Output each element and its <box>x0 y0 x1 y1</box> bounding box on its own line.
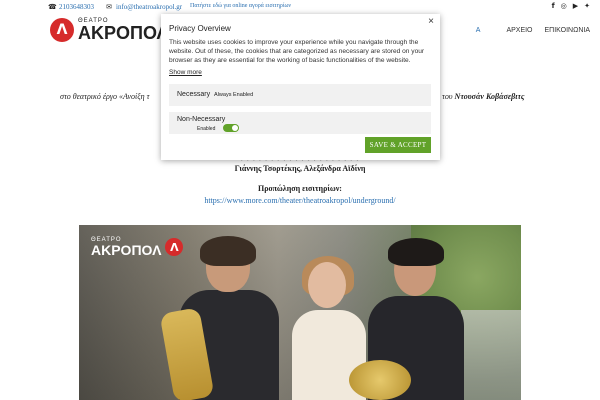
show-more-link[interactable]: Show more <box>169 69 202 76</box>
facebook-icon[interactable]: f <box>552 2 555 11</box>
email-link[interactable]: ✉ info@theatroakropol.gr <box>105 3 182 11</box>
necessary-label: Necessary <box>177 91 211 98</box>
social-links: f ◎ ▶ ✦ <box>552 2 590 11</box>
cast-credits: Γιάννης Τσορτέκης, Αλεξάνδρα Αϊδίνη <box>234 164 366 173</box>
phone-icon: ☎ <box>48 2 57 11</box>
nav-item-archive[interactable]: ΑΡΧΕΙΟ <box>506 27 532 34</box>
photo-logo: ΘΕΑΤΡΟ ΑΚΡΟΠΟΛ Λ <box>91 237 184 257</box>
play-poster-photo: ΘΕΑΤΡΟ ΑΚΡΟΠΟΛ Λ <box>79 225 521 400</box>
non-necessary-status: Enabled <box>197 126 216 132</box>
buy-tickets-text: Πατήστε εδώ για online αγορά εισιτηρίων <box>190 3 292 9</box>
intro-right-prefix: του <box>442 92 455 101</box>
necessary-status: Always Enabled <box>214 92 254 98</box>
non-necessary-label: Non-Necessary <box>177 116 226 123</box>
privacy-overview-title: Privacy Overview <box>169 24 231 33</box>
close-icon[interactable]: × <box>428 16 434 27</box>
photo-logo-emblem: Λ <box>165 238 184 256</box>
non-necessary-cookies-row[interactable]: Non-Necessary Enabled <box>169 112 431 134</box>
logo-wordmark: ΘΕΑΤΡΟ ΑΚΡΟΠΟΛ <box>78 18 169 42</box>
intro-right-text: του Ντουσάν Κοβάσεβιτς <box>442 92 525 101</box>
cookie-consent-modal: Privacy Overview × This website uses coo… <box>161 14 440 160</box>
ticket-link[interactable]: https://www.more.com/theater/theatroakro… <box>0 196 600 205</box>
instagram-icon[interactable]: ◎ <box>561 2 567 11</box>
photo-street <box>461 310 521 400</box>
logo-big-text: ΑΚΡΟΠΟΛ <box>78 23 169 43</box>
non-necessary-toggle[interactable] <box>223 124 239 132</box>
phone-number: 2103648303 <box>59 3 94 11</box>
youtube-icon[interactable]: ▶ <box>573 2 578 11</box>
logo-emblem: Λ <box>50 18 74 42</box>
necessary-label-group: Necessary Always Enabled <box>177 91 253 98</box>
save-accept-button[interactable]: SAVE & ACCEPT <box>365 137 431 153</box>
nav-item-contact[interactable]: ΕΠΙΚΟΙΝΩΝΙΑ <box>545 27 590 34</box>
site-logo[interactable]: Λ ΘΕΑΤΡΟ ΑΚΡΟΠΟΛ <box>50 18 169 42</box>
phone-link[interactable]: ☎ 2103648303 <box>48 3 94 11</box>
playwright-name: Ντουσάν Κοβάσεβιτς <box>454 92 525 101</box>
buy-tickets-link[interactable]: Πατήστε εδώ για online αγορά εισιτηρίων <box>190 3 291 9</box>
intro-left-text: στο θεατρικό έργο «Ανοίξη τ <box>60 92 150 101</box>
main-nav: Α ΑΡΧΕΙΟ ΕΠΙΚΟΙΝΩΝΙΑ <box>476 27 590 34</box>
twitter-icon[interactable]: ✦ <box>584 2 590 11</box>
email-address: info@theatroakropol.gr <box>116 3 183 11</box>
photo-logo-big: ΑΚΡΟΠΟΛ <box>91 242 162 258</box>
tuba-bell <box>349 360 411 400</box>
presale-heading: Προπώληση εισιτηρίων: <box>258 184 342 193</box>
necessary-cookies-row[interactable]: Necessary Always Enabled <box>169 84 431 106</box>
cookie-description: This website uses cookies to improve you… <box>169 39 425 64</box>
top-utility-bar: ☎ 2103648303 ✉ info@theatroakropol.gr Πα… <box>0 0 600 14</box>
envelope-icon: ✉ <box>106 2 112 11</box>
photo-logo-wordmark: ΘΕΑΤΡΟ ΑΚΡΟΠΟΛ <box>91 237 161 257</box>
nav-item-partial[interactable]: Α <box>476 27 481 34</box>
